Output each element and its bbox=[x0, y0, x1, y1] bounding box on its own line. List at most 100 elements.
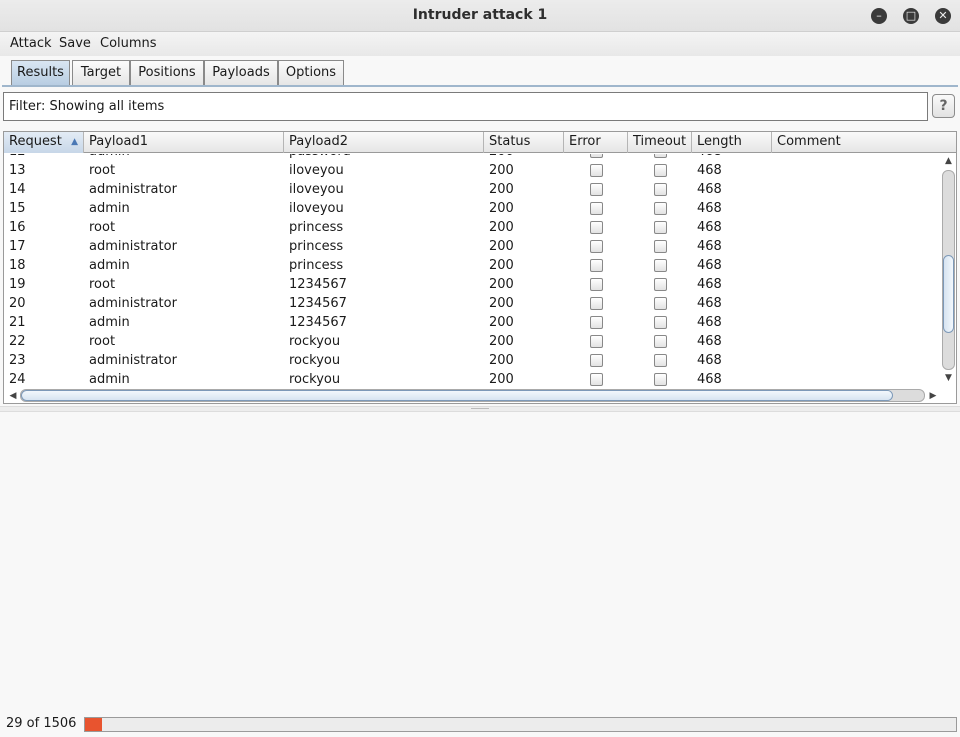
cell-status: 200 bbox=[489, 163, 514, 178]
column-header-payload1[interactable]: Payload1 bbox=[84, 132, 284, 153]
table-row[interactable]: 16 root princess 200 468 bbox=[4, 218, 941, 237]
tab-positions[interactable]: Positions bbox=[130, 60, 204, 85]
splitter-grip[interactable] bbox=[471, 408, 489, 410]
vertical-scroll-thumb[interactable] bbox=[943, 255, 954, 333]
cell-length: 468 bbox=[697, 315, 722, 330]
cell-request: 20 bbox=[9, 296, 26, 311]
minimize-icon[interactable]: – bbox=[871, 8, 887, 24]
timeout-checkbox bbox=[654, 164, 667, 177]
column-header-timeout[interactable]: Timeout bbox=[628, 132, 692, 153]
menu-attack[interactable]: Attack bbox=[10, 36, 52, 51]
cell-payload2: rockyou bbox=[289, 353, 341, 368]
table-header: Request ▲ Payload1 Payload2 Status Error… bbox=[4, 132, 956, 153]
timeout-checkbox bbox=[654, 354, 667, 367]
menu-save[interactable]: Save bbox=[59, 36, 91, 51]
cell-request: 15 bbox=[9, 201, 26, 216]
table-rows: 12 admin password 200 468 13 root iloveyou 200 46… bbox=[4, 154, 941, 389]
cell-length: 468 bbox=[697, 201, 722, 216]
table-row[interactable]: 13 root iloveyou 200 468 bbox=[4, 161, 941, 180]
timeout-checkbox bbox=[654, 183, 667, 196]
cell-payload2: rockyou bbox=[289, 334, 341, 349]
cell-length: 468 bbox=[697, 353, 722, 368]
cell-status: 200 bbox=[489, 353, 514, 368]
error-checkbox bbox=[590, 154, 603, 158]
timeout-checkbox bbox=[654, 316, 667, 329]
cell-payload1: administrator bbox=[89, 239, 177, 254]
cell-payload1: administrator bbox=[89, 182, 177, 197]
column-header-payload2[interactable]: Payload2 bbox=[284, 132, 484, 153]
timeout-checkbox bbox=[654, 259, 667, 272]
maximize-icon[interactable]: □ bbox=[903, 8, 919, 24]
scroll-left-icon[interactable]: ◀ bbox=[6, 389, 20, 403]
table-row[interactable]: 18 admin princess 200 468 bbox=[4, 256, 941, 275]
tab-divider bbox=[2, 85, 958, 87]
cell-payload2: iloveyou bbox=[289, 182, 344, 197]
cell-status: 200 bbox=[489, 315, 514, 330]
table-row[interactable]: 15 admin iloveyou 200 468 bbox=[4, 199, 941, 218]
table-row[interactable]: 12 admin password 200 468 bbox=[4, 154, 941, 161]
column-header-status[interactable]: Status bbox=[484, 132, 564, 153]
cell-payload1: admin bbox=[89, 201, 130, 216]
cell-request: 17 bbox=[9, 239, 26, 254]
table-row[interactable]: 23 administrator rockyou 200 468 bbox=[4, 351, 941, 370]
error-checkbox bbox=[590, 183, 603, 196]
menu-columns[interactable]: Columns bbox=[100, 36, 157, 51]
timeout-checkbox bbox=[654, 154, 667, 158]
window-titlebar: Intruder attack 1 – □ ✕ bbox=[0, 0, 960, 32]
cell-length: 468 bbox=[697, 258, 722, 273]
timeout-checkbox bbox=[654, 335, 667, 348]
timeout-checkbox bbox=[654, 297, 667, 310]
cell-length: 468 bbox=[697, 182, 722, 197]
error-checkbox bbox=[590, 278, 603, 291]
table-body: 12 admin password 200 468 13 root iloveyou 200 46… bbox=[4, 154, 941, 389]
cell-length: 468 bbox=[697, 334, 722, 349]
table-row[interactable]: 19 root 1234567 200 468 bbox=[4, 275, 941, 294]
cell-length: 468 bbox=[697, 296, 722, 311]
tab-payloads[interactable]: Payloads bbox=[204, 60, 278, 85]
timeout-checkbox bbox=[654, 240, 667, 253]
cell-request: 13 bbox=[9, 163, 26, 178]
close-icon[interactable]: ✕ bbox=[935, 8, 951, 24]
cell-payload1: root bbox=[89, 277, 116, 292]
tab-options[interactable]: Options bbox=[278, 60, 344, 85]
cell-payload2: iloveyou bbox=[289, 201, 344, 216]
cell-payload2: rockyou bbox=[289, 372, 341, 387]
error-checkbox bbox=[590, 202, 603, 215]
request-response-pane bbox=[0, 413, 960, 711]
vertical-scroll-track[interactable] bbox=[942, 170, 955, 370]
cell-payload2: 1234567 bbox=[289, 315, 347, 330]
horizontal-scroll-track[interactable] bbox=[20, 389, 925, 402]
horizontal-scrollbar[interactable]: ◀ ▶ bbox=[4, 389, 956, 403]
help-icon[interactable]: ? bbox=[932, 94, 955, 118]
tab-results[interactable]: Results bbox=[11, 60, 70, 85]
scroll-down-icon[interactable]: ▼ bbox=[941, 373, 956, 387]
table-row[interactable]: 21 admin 1234567 200 468 bbox=[4, 313, 941, 332]
tab-target[interactable]: Target bbox=[72, 60, 130, 85]
table-row[interactable]: 14 administrator iloveyou 200 468 bbox=[4, 180, 941, 199]
timeout-checkbox bbox=[654, 373, 667, 386]
scroll-right-icon[interactable]: ▶ bbox=[926, 389, 940, 403]
split-pane-divider[interactable] bbox=[0, 406, 960, 412]
table-row[interactable]: 20 administrator 1234567 200 468 bbox=[4, 294, 941, 313]
progress-count: 29 of 1506 bbox=[6, 716, 77, 731]
column-header-request[interactable]: Request ▲ bbox=[4, 132, 84, 153]
horizontal-scroll-thumb[interactable] bbox=[21, 390, 893, 401]
table-row[interactable]: 24 admin rockyou 200 468 bbox=[4, 370, 941, 389]
status-bar: 29 of 1506 bbox=[0, 712, 960, 737]
cell-payload1: admin bbox=[89, 154, 130, 161]
column-header-length[interactable]: Length bbox=[692, 132, 772, 153]
vertical-scrollbar[interactable]: ▲ ▼ bbox=[941, 154, 956, 389]
column-header-comment[interactable]: Comment bbox=[772, 132, 956, 153]
results-table: Request ▲ Payload1 Payload2 Status Error… bbox=[3, 131, 957, 404]
cell-payload1: admin bbox=[89, 258, 130, 273]
scroll-up-icon[interactable]: ▲ bbox=[941, 156, 956, 170]
cell-status: 200 bbox=[489, 239, 514, 254]
cell-request: 18 bbox=[9, 258, 26, 273]
error-checkbox bbox=[590, 354, 603, 367]
table-row[interactable]: 17 administrator princess 200 468 bbox=[4, 237, 941, 256]
progress-fill bbox=[85, 718, 102, 731]
column-header-error[interactable]: Error bbox=[564, 132, 628, 153]
cell-status: 200 bbox=[489, 154, 514, 161]
table-row[interactable]: 22 root rockyou 200 468 bbox=[4, 332, 941, 351]
filter-bar[interactable]: Filter: Showing all items bbox=[3, 92, 928, 121]
